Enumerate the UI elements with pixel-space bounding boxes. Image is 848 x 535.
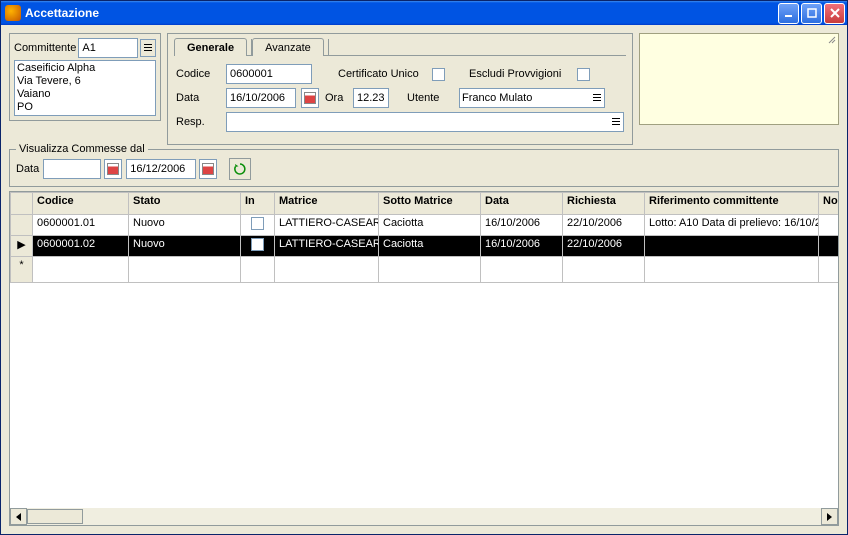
tab-avanzate[interactable]: Avanzate [252, 38, 324, 56]
escludi-label: Escludi Provvigioni [469, 68, 571, 80]
scrollbar-track[interactable] [27, 508, 821, 525]
minimize-button[interactable] [778, 3, 799, 24]
cell-richiesta[interactable]: 22/10/2006 [563, 215, 645, 236]
scroll-left-button[interactable] [10, 508, 27, 525]
certificato-checkbox[interactable] [432, 68, 445, 81]
utente-field[interactable]: Franco Mulato [459, 88, 605, 108]
resize-grip-icon [827, 35, 837, 45]
list-icon [611, 117, 621, 127]
cell-data[interactable]: 16/10/2006 [481, 236, 563, 257]
filter-panel: Visualizza Commesse dal Data [9, 149, 839, 187]
cell-data[interactable]: 16/10/2006 [481, 215, 563, 236]
col-note[interactable]: No [819, 193, 839, 215]
maximize-button[interactable] [801, 3, 822, 24]
calendar-icon [107, 163, 119, 175]
new-row[interactable]: * [11, 257, 839, 283]
col-matrice[interactable]: Matrice [275, 193, 379, 215]
row-selector-header[interactable] [11, 193, 33, 215]
col-codice[interactable]: Codice [33, 193, 129, 215]
in-checkbox[interactable] [251, 238, 264, 251]
cell-in[interactable] [241, 236, 275, 257]
cell-matrice[interactable]: LATTIERO-CASEAR [275, 215, 379, 236]
cell-rif[interactable]: Lotto: A10 Data di prelievo: 16/10/2006 … [645, 215, 819, 236]
tab-panel-generale: Codice Certificato Unico Escludi Provvig… [174, 55, 626, 138]
cell-matrice[interactable]: LATTIERO-CASEAR [275, 236, 379, 257]
refresh-button[interactable] [229, 158, 251, 180]
utente-label: Utente [407, 92, 443, 104]
chevron-left-icon [16, 513, 21, 521]
cell-codice[interactable]: 0600001.01 [33, 215, 129, 236]
col-sotto-matrice[interactable]: Sotto Matrice [379, 193, 481, 215]
filter-from-calendar-button[interactable] [104, 159, 122, 179]
list-icon [592, 93, 602, 103]
col-rif-committente[interactable]: Riferimento committente [645, 193, 819, 215]
codice-label: Codice [176, 68, 220, 80]
ora-label: Ora [325, 92, 347, 104]
committente-code-input[interactable] [78, 38, 138, 58]
resp-label: Resp. [176, 116, 220, 128]
committente-panel: Committente Caseificio Alpha Via Tevere,… [9, 33, 161, 121]
notes-panel[interactable] [639, 33, 839, 125]
data-input[interactable] [226, 88, 296, 108]
cell-note[interactable] [819, 215, 839, 236]
col-stato[interactable]: Stato [129, 193, 241, 215]
row-indicator[interactable]: ▶ [11, 236, 33, 257]
horizontal-scrollbar[interactable] [10, 508, 838, 525]
grid: Codice Stato In Matrice Sotto Matrice Da… [9, 191, 839, 526]
filter-legend: Visualizza Commesse dal [16, 143, 148, 155]
refresh-icon [233, 162, 247, 176]
ora-input[interactable] [353, 88, 389, 108]
col-in[interactable]: In [241, 193, 275, 215]
resp-field[interactable] [226, 112, 624, 132]
window-title: Accettazione [25, 6, 776, 20]
cell-stato[interactable]: Nuovo [129, 236, 241, 257]
cell-stato[interactable]: Nuovo [129, 215, 241, 236]
certificato-label: Certificato Unico [338, 68, 426, 80]
tab-separator [328, 39, 329, 55]
codice-input[interactable] [226, 64, 312, 84]
tab-strip: Generale Avanzate [174, 33, 626, 55]
filter-data-from-input[interactable] [43, 159, 101, 179]
grid-header-row: Codice Stato In Matrice Sotto Matrice Da… [11, 193, 839, 215]
cell-sotto[interactable]: Caciotta [379, 236, 481, 257]
cell-in[interactable] [241, 215, 275, 236]
cell-richiesta[interactable]: 22/10/2006 [563, 236, 645, 257]
titlebar: Accettazione [1, 1, 847, 25]
filter-data-to-input[interactable] [126, 159, 196, 179]
calendar-icon [202, 163, 214, 175]
utente-value: Franco Mulato [462, 92, 592, 104]
chevron-right-icon [827, 513, 832, 521]
table-row[interactable]: 0600001.01 Nuovo LATTIERO-CASEAR Caciott… [11, 215, 839, 236]
calendar-icon [304, 92, 316, 104]
cell-codice[interactable]: 0600001.02 [33, 236, 129, 257]
committente-lookup-button[interactable] [140, 39, 156, 57]
cell-sotto[interactable]: Caciotta [379, 215, 481, 236]
row-indicator[interactable] [11, 215, 33, 236]
data-label: Data [176, 92, 220, 104]
escludi-checkbox[interactable] [577, 68, 590, 81]
scroll-right-button[interactable] [821, 508, 838, 525]
committente-label: Committente [14, 42, 76, 54]
table-row[interactable]: ▶ 0600001.02 Nuovo LATTIERO-CASEAR Cacio… [11, 236, 839, 257]
scrollbar-thumb[interactable] [27, 509, 83, 524]
row-indicator[interactable]: * [11, 257, 33, 283]
cell-note[interactable] [819, 236, 839, 257]
close-button[interactable] [824, 3, 845, 24]
app-icon [5, 5, 21, 21]
committente-address: Caseificio Alpha Via Tevere, 6 Vaiano PO [14, 60, 156, 116]
col-data[interactable]: Data [481, 193, 563, 215]
data-calendar-button[interactable] [301, 88, 319, 108]
filter-to-calendar-button[interactable] [199, 159, 217, 179]
in-checkbox[interactable] [251, 217, 264, 230]
col-richiesta[interactable]: Richiesta [563, 193, 645, 215]
tab-generale[interactable]: Generale [174, 38, 247, 56]
cell-rif[interactable] [645, 236, 819, 257]
filter-data-label: Data [16, 163, 39, 175]
